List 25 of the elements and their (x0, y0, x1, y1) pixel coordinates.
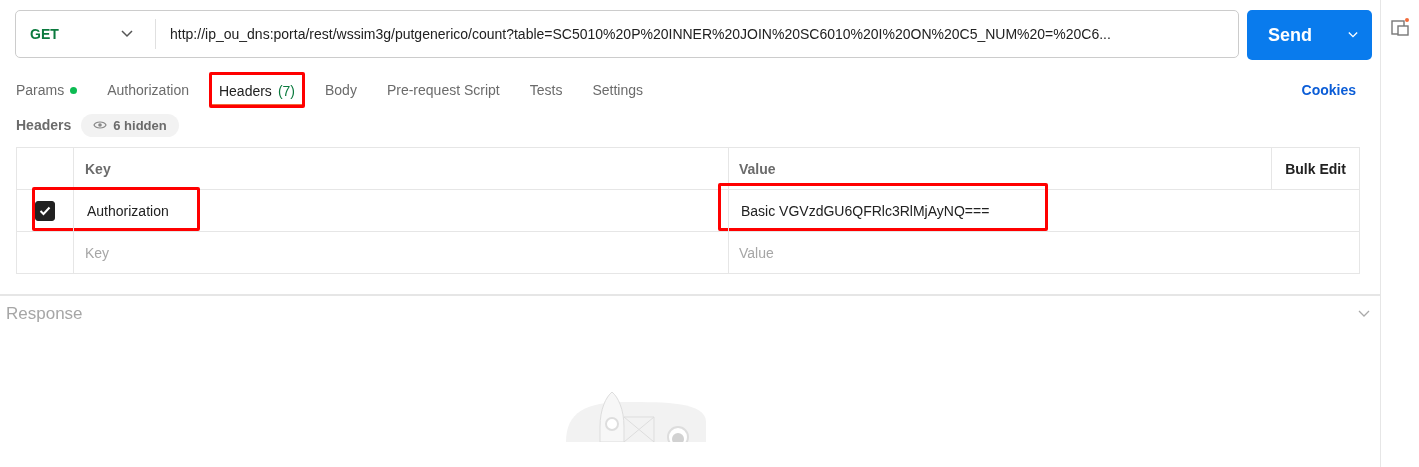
tab[interactable]: Settings (592, 74, 644, 106)
header-key[interactable]: Authorization (85, 194, 171, 227)
check-icon (39, 205, 51, 216)
chevron-down-icon (1348, 31, 1358, 39)
header-value[interactable]: Basic VGVzdGU6QFRlc3RlMjAyNQ=== (739, 194, 992, 227)
response-title: Response (6, 304, 83, 324)
document-icon[interactable] (1391, 18, 1409, 36)
chevron-down-icon (1358, 310, 1370, 318)
tab[interactable]: Pre-request Script (386, 74, 500, 106)
bulk-edit-button[interactable]: Bulk Edit (1271, 148, 1359, 189)
chevron-down-icon (121, 30, 133, 38)
section-title: Headers (16, 117, 72, 133)
send-button[interactable]: Send (1247, 10, 1372, 60)
tab[interactable]: Body (325, 74, 357, 106)
url-field[interactable]: GET http://ip_ou_dns:porta/rest/wssim3g/putgenerico/count?table=SC5010%20P%20INNER%20JOIN%20SC6010%20I%20ON%20C5_NUM%20=%20C6... (15, 10, 1239, 58)
tab[interactable]: Headers (7) (208, 72, 305, 108)
eye-icon (93, 120, 108, 130)
cookies-link[interactable]: Cookies (1301, 82, 1356, 98)
tab[interactable]: Params (16, 74, 78, 106)
column-header: Key (74, 148, 729, 189)
tab[interactable]: Tests (529, 74, 563, 106)
column-header: Value (738, 159, 777, 179)
checkbox[interactable] (35, 200, 55, 221)
hidden-headers-toggle[interactable]: 6 hidden (81, 113, 179, 137)
tab[interactable]: Authorization (107, 74, 189, 106)
